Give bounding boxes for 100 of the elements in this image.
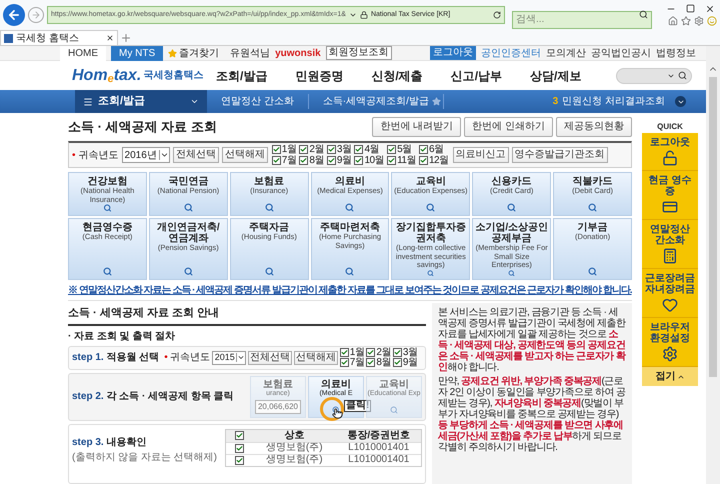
top-link[interactable]: 공인인증센터 <box>481 46 541 60</box>
info-paragraph: 만약, 공제요건 위반, 부양가족 중복공제(근로자 2인 이상이 동일인을 부양가족으로 하여 공제받는 경우), 자녀양육비 중복공제(맞벌이 부부가 자녀양육비를 중복으로 공제받는 경우)등 부당하게 소득 · 세액공제를 받으면 사후에 세금(가산세 포함)을 추가로 납부하게 되므로 각별히 주의하시기 바랍니다. <box>438 376 626 453</box>
top-link[interactable]: 공익법인공시 <box>591 46 651 60</box>
checkbox[interactable] <box>234 431 244 440</box>
main-menu-item[interactable]: 신고/납부 <box>450 66 502 84</box>
profile-button[interactable]: 회원정보조회 <box>326 46 392 60</box>
collapse-button[interactable]: 접기 <box>642 367 698 386</box>
checkbox[interactable] <box>272 145 281 154</box>
amount-field: 20,066,620 <box>254 400 302 414</box>
checkbox[interactable] <box>366 358 376 367</box>
refresh-icon[interactable] <box>493 11 501 19</box>
button[interactable]: 전체선택 <box>172 147 219 163</box>
logo[interactable]: Hom$_{e}$tax. <box>72 64 142 86</box>
main-menu-item[interactable]: 상담/제보 <box>530 66 582 84</box>
breadcrumb-link[interactable]: 연말정산 간소화 <box>207 94 309 109</box>
close-tab-icon[interactable] <box>106 34 114 42</box>
search-icon <box>426 270 436 276</box>
checkbox[interactable] <box>234 444 244 452</box>
checkbox[interactable] <box>366 348 376 357</box>
forward-arrow-icon <box>31 10 41 20</box>
button[interactable]: 한번에 인쇄하기 <box>464 117 553 137</box>
close-icon[interactable] <box>705 4 715 14</box>
tab-title: 국세청 홈택스 <box>16 32 79 46</box>
checkbox[interactable] <box>340 358 349 367</box>
notice-link[interactable]: ※ 연말정산간소화 자료는 소득 · 세액공제 증명서류 발급기관이 제출한 자료를 그대로 보여주는 것이므로 공제요건은 근로자가 확인해야 합니다. <box>68 285 632 297</box>
main-menu-item[interactable]: 신청/제출 <box>371 66 423 84</box>
scrollbar[interactable] <box>706 46 720 484</box>
table-cell-text: 생명보험(주) <box>264 443 324 453</box>
checkbox[interactable] <box>272 156 281 165</box>
checkbox[interactable] <box>418 156 428 165</box>
new-tab-icon[interactable] <box>120 32 132 44</box>
year-select[interactable]: 2016년 <box>122 147 170 163</box>
checkbox[interactable] <box>299 156 308 165</box>
menu-icon <box>83 96 93 106</box>
quick-menu-item[interactable]: 근로장려금 자녀장려금 <box>642 269 698 318</box>
search-icon[interactable] <box>678 71 687 80</box>
star-icon[interactable] <box>681 16 691 26</box>
button[interactable]: 선택해제 <box>294 350 338 364</box>
heart-icon <box>662 297 678 313</box>
bullet: • <box>72 148 76 162</box>
checkbox[interactable] <box>326 145 336 154</box>
quick-title: QUICK <box>656 121 684 133</box>
search-icon <box>588 203 598 212</box>
status-link[interactable]: 민원신청 처리결과조회 <box>562 94 665 109</box>
month-label: 9월 <box>336 156 352 166</box>
dropdown-icon[interactable] <box>348 11 357 19</box>
logout-button[interactable]: 로그아웃 <box>430 46 476 60</box>
expand-icon[interactable] <box>675 96 686 107</box>
checkbox[interactable] <box>418 145 428 154</box>
search-icon <box>507 203 516 212</box>
search-icon <box>102 204 112 212</box>
favorites-link[interactable]: 즐겨찾기 <box>179 46 220 60</box>
button[interactable]: 제공동의현황 <box>556 117 632 137</box>
quick-menu-item[interactable]: 현금 영수증 <box>642 171 698 220</box>
button[interactable]: 선택해제 <box>222 147 268 163</box>
month-label: 1월 <box>282 144 296 154</box>
month-label: 8월 <box>309 156 324 166</box>
checkbox[interactable] <box>354 156 364 165</box>
top-link[interactable]: 법령정보 <box>656 46 696 60</box>
search-field[interactable]: 검색... <box>512 10 652 28</box>
checkbox[interactable] <box>387 145 396 154</box>
main-menu-item[interactable]: 조회/발급 <box>216 66 268 84</box>
button[interactable]: 영수증발급기관조회 <box>512 147 608 163</box>
button[interactable]: 전체선택 <box>248 350 292 364</box>
checkbox[interactable] <box>392 348 402 357</box>
star-icon[interactable] <box>432 97 441 106</box>
search-icon[interactable] <box>639 10 648 19</box>
browser-tab[interactable]: 국세청 홈택스 <box>0 30 118 45</box>
top-tab[interactable]: My NTS <box>111 46 164 60</box>
scrollbar-thumb[interactable] <box>709 77 717 377</box>
checkbox[interactable] <box>326 156 336 165</box>
month-label: 3월 <box>336 144 352 154</box>
quick-menu-item[interactable]: 연말정산 간소화 <box>642 220 698 269</box>
checkbox[interactable] <box>299 145 308 154</box>
home-icon[interactable] <box>668 16 678 26</box>
checkbox[interactable] <box>234 456 244 464</box>
checkbox[interactable] <box>354 145 364 154</box>
search-icon <box>390 406 398 414</box>
search-icon <box>507 270 516 276</box>
site-search-field[interactable] <box>616 68 692 84</box>
checkbox[interactable] <box>392 358 402 367</box>
quick-menu-item[interactable]: 브라우저 환경설정 <box>642 318 698 367</box>
back-button[interactable] <box>3 4 25 26</box>
top-tab[interactable]: HOME <box>60 46 106 60</box>
dropdown-icon <box>158 150 169 160</box>
checkbox[interactable] <box>340 348 349 357</box>
button[interactable]: 의료비신고 <box>452 147 509 163</box>
checkbox[interactable] <box>387 156 396 165</box>
main-menu-item[interactable]: 민원증명 <box>295 66 344 84</box>
month-label: 10월 <box>364 156 384 166</box>
settings-icon[interactable] <box>694 16 704 26</box>
top-link[interactable]: 모의계산 <box>546 46 586 60</box>
info-paragraph: 본 서비스는 의료기관, 금융기관 등 소득 · 세액공제 증명서류 발급기관이 국세청에 제출한 자료를 납세자에게 일괄 제공하는 것으로 소득 · 세액공제 대상, 공제한도액 등의 공제요건은 소득 · 세액공제를 받고자 하는 근로자가 확인해야 합니다. <box>438 307 626 373</box>
star-icon <box>168 48 178 58</box>
section-dropdown[interactable]: 조회/발급 <box>75 90 207 113</box>
month-label: 7월 <box>282 156 296 166</box>
button[interactable]: 한번에 내려받기 <box>372 117 462 137</box>
month-label: 5월 <box>397 144 412 154</box>
maximize-icon[interactable] <box>686 4 695 13</box>
quick-menu-item[interactable]: 로그아웃 <box>642 133 698 171</box>
